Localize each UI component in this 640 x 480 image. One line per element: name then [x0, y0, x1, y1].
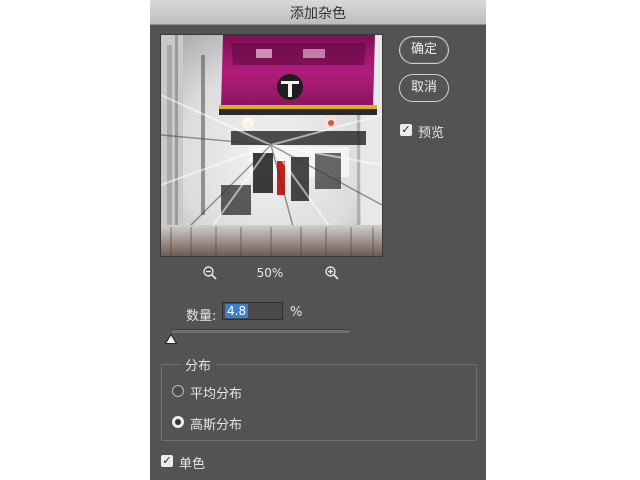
add-noise-dialog: 添加杂色 确定 取消 ✓ 预览 50% 数量: 4.8 % 分布 平均分布 高斯…	[150, 0, 486, 480]
cancel-button[interactable]: 取消	[399, 74, 449, 102]
zoom-out-icon[interactable]	[202, 265, 218, 281]
amount-slider-thumb[interactable]	[165, 334, 177, 344]
preview-label: 预览	[418, 126, 445, 141]
dialog-title: 添加杂色	[290, 6, 346, 22]
amount-slider-track[interactable]	[172, 329, 350, 333]
gaussian-label: 高斯分布	[190, 418, 243, 433]
distribution-title: 分布	[180, 355, 217, 374]
monochromatic-checkbox[interactable]: ✓	[161, 455, 173, 467]
uniform-label: 平均分布	[190, 387, 243, 402]
amount-label: 数量:	[186, 309, 217, 324]
train-zoom-blur-image	[161, 35, 382, 256]
title-bar: 添加杂色	[150, 0, 486, 25]
preview-checkbox[interactable]: ✓	[400, 124, 412, 136]
ok-button[interactable]: 确定	[399, 36, 449, 64]
amount-input[interactable]: 4.8	[222, 302, 283, 320]
gaussian-radio[interactable]	[172, 416, 184, 428]
uniform-radio[interactable]	[172, 385, 184, 397]
amount-unit: %	[290, 305, 303, 320]
zoom-in-icon[interactable]	[324, 265, 340, 281]
zoom-level: 50%	[256, 266, 284, 280]
monochromatic-label: 单色	[179, 457, 206, 472]
amount-value: 4.8	[225, 304, 249, 318]
preview-image[interactable]	[160, 34, 383, 257]
